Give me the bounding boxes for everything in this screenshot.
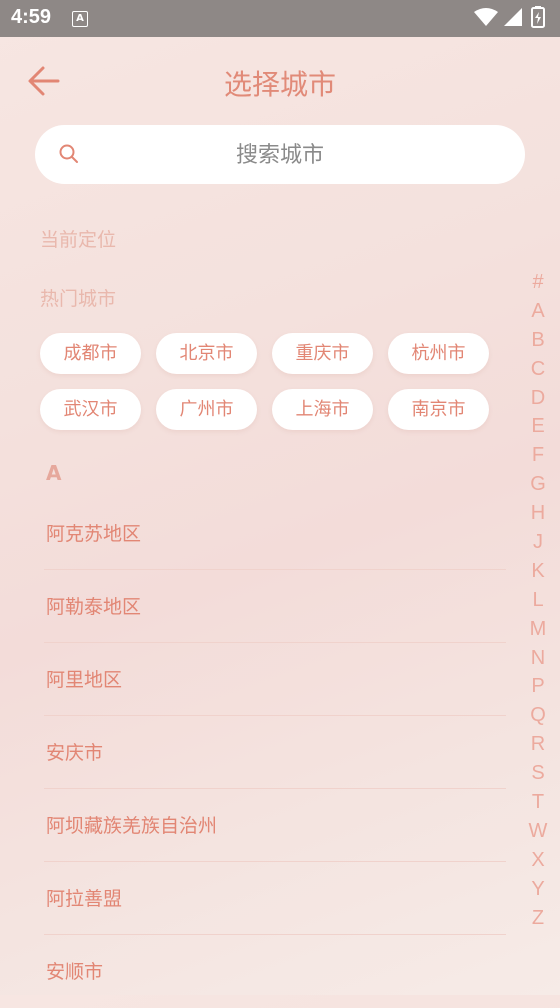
city-list-item[interactable]: 阿里地区 (44, 643, 506, 716)
city-name: 阿里地区 (46, 669, 123, 691)
battery-icon (531, 6, 545, 28)
hot-city-chip[interactable]: 上海市 (272, 389, 373, 430)
index-letter[interactable]: Z (526, 904, 550, 933)
index-letter[interactable]: X (526, 846, 550, 875)
index-letter[interactable]: S (526, 759, 550, 788)
notification-icon: A (72, 11, 88, 27)
index-letter[interactable]: W (526, 817, 550, 846)
city-name: 阿勒泰地区 (46, 596, 142, 618)
city-name: 安庆市 (46, 742, 104, 764)
index-letter[interactable]: F (526, 441, 550, 470)
index-letter[interactable]: L (526, 586, 550, 615)
city-list-item[interactable]: 阿拉善盟 (44, 862, 506, 935)
city-name: 阿克苏地区 (46, 523, 142, 545)
index-letter[interactable]: N (526, 644, 550, 673)
index-letter[interactable]: D (526, 384, 550, 413)
index-letter[interactable]: K (526, 557, 550, 586)
hot-city-chip[interactable]: 北京市 (156, 333, 257, 374)
index-letter[interactable]: G (526, 470, 550, 499)
hot-city-chip[interactable]: 南京市 (388, 389, 489, 430)
alphabet-index-bar[interactable]: # A B C D E F G H J K L M N P Q R S T W … (526, 268, 550, 932)
page-title: 选择城市 (223, 68, 336, 101)
index-letter[interactable]: # (526, 268, 550, 297)
hot-city-chip[interactable]: 成都市 (40, 333, 141, 374)
signal-icon (504, 8, 522, 26)
index-letter[interactable]: Y (526, 875, 550, 904)
hot-city-chip[interactable]: 重庆市 (272, 333, 373, 374)
index-letter[interactable]: J (526, 528, 550, 557)
status-bar: 4:59 A (0, 0, 560, 37)
index-letter[interactable]: B (526, 326, 550, 355)
city-list-item[interactable]: 阿坝藏族羌族自治州 (44, 789, 506, 862)
wifi-icon (474, 8, 498, 26)
hot-cities-label: 热门城市 (40, 288, 117, 310)
city-list-item[interactable]: 安顺市 (44, 935, 506, 1008)
index-letter[interactable]: M (526, 615, 550, 644)
hot-city-chip[interactable]: 武汉市 (40, 389, 141, 430)
index-letter[interactable]: Q (526, 701, 550, 730)
status-time: 4:59 (11, 6, 52, 28)
city-name: 阿拉善盟 (46, 888, 123, 910)
header: 选择城市 (0, 37, 560, 125)
city-list-item[interactable]: 安庆市 (44, 716, 506, 789)
city-list-item[interactable]: 阿克苏地区 (44, 497, 506, 570)
hot-city-chip[interactable]: 广州市 (156, 389, 257, 430)
hot-city-chip[interactable]: 杭州市 (388, 333, 489, 374)
city-name: 安顺市 (46, 961, 104, 983)
group-letter-header: A (46, 461, 62, 485)
search-icon (59, 144, 78, 163)
index-letter[interactable]: C (526, 355, 550, 384)
index-letter[interactable]: E (526, 412, 550, 441)
city-name: 阿坝藏族羌族自治州 (46, 815, 218, 837)
search-box[interactable] (35, 125, 525, 186)
search-input[interactable] (95, 125, 465, 186)
city-list-item[interactable]: 阿勒泰地区 (44, 570, 506, 643)
status-icons (474, 6, 545, 28)
index-letter[interactable]: R (526, 730, 550, 759)
index-letter[interactable]: H (526, 499, 550, 528)
index-letter[interactable]: T (526, 788, 550, 817)
index-letter[interactable]: A (526, 297, 550, 326)
index-letter[interactable]: P (526, 672, 550, 701)
current-location-label: 当前定位 (40, 229, 117, 251)
